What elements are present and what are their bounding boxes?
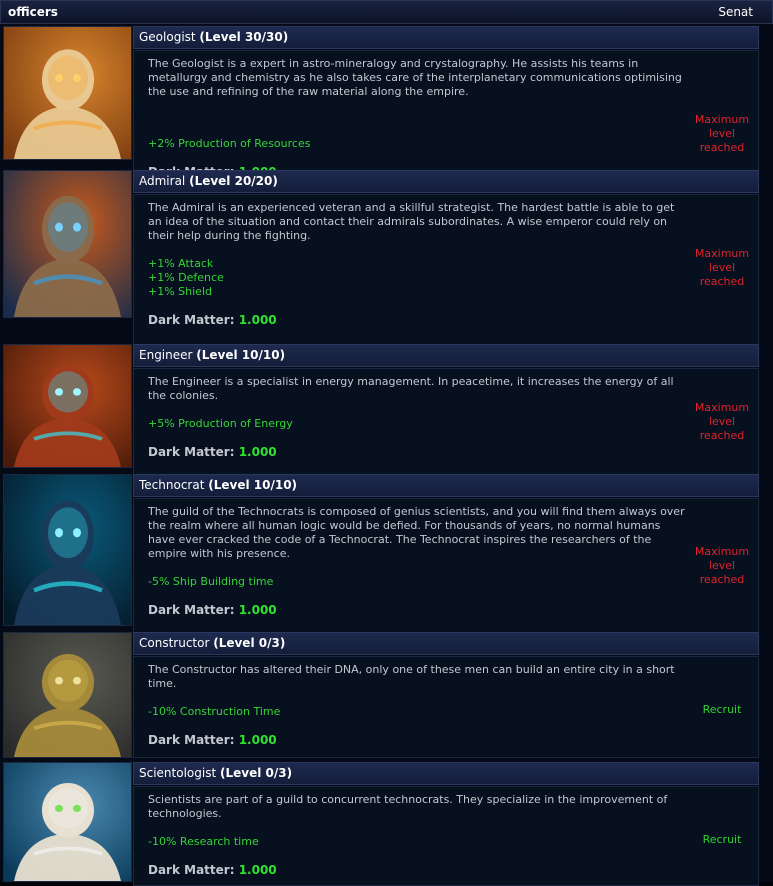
- scientologist-portrait-icon: [4, 763, 131, 881]
- officer-portrait: [3, 762, 132, 882]
- officer-description: The guild of the Technocrats is composed…: [148, 505, 685, 560]
- officer-details: The guild of the Technocrats is composed…: [133, 498, 759, 652]
- officer-description: The Admiral is an experienced veteran an…: [148, 201, 675, 242]
- dark-matter-cost: Dark Matter: 1.000: [148, 445, 277, 459]
- bonus-line: +2% Production of Resources: [148, 137, 311, 150]
- recruit-button[interactable]: Recruit: [682, 833, 762, 847]
- officer-name: Geologist: [139, 30, 200, 44]
- bonus-line: +5% Production of Energy: [148, 417, 293, 430]
- bonus-line: +1% Defence: [148, 271, 224, 284]
- dark-matter-value: 1.000: [238, 445, 277, 459]
- senat-link[interactable]: Senat: [718, 5, 753, 19]
- technocrat-portrait-icon: [4, 475, 131, 625]
- officer-name: Constructor: [139, 636, 214, 650]
- bonus-line: +1% Shield: [148, 285, 212, 298]
- recruit-button[interactable]: Recruit: [682, 703, 762, 717]
- officer-portrait: [3, 632, 132, 758]
- geologist-portrait-icon: [4, 27, 131, 159]
- officer-level: (Level 0/3): [219, 766, 293, 780]
- dark-matter-cost: Dark Matter: 1.000: [148, 603, 277, 617]
- officer-bonuses: -10% Construction Time: [148, 705, 280, 719]
- dark-matter-label: Dark Matter:: [148, 313, 235, 327]
- bonus-line: -5% Ship Building time: [148, 575, 274, 588]
- officer-header: Scientologist (Level 0/3): [133, 762, 759, 785]
- dark-matter-label: Dark Matter:: [148, 733, 235, 747]
- officer-details: The Admiral is an experienced veteran an…: [133, 194, 759, 346]
- constructor-portrait-icon: [4, 633, 131, 757]
- bonus-line: +1% Attack: [148, 257, 214, 270]
- officer-name: Engineer: [139, 348, 197, 362]
- officer-bonuses: +2% Production of Resources: [148, 137, 310, 151]
- max-level-status: Maximum level reached: [694, 401, 750, 442]
- officer-description: Scientists are part of a guild to concur…: [148, 793, 668, 820]
- dark-matter-label: Dark Matter:: [148, 445, 235, 459]
- page-header: officers Senat: [0, 0, 773, 24]
- dark-matter-cost: Dark Matter: 1.000: [148, 313, 277, 327]
- max-level-status: Maximum level reached: [694, 247, 750, 288]
- max-level-status: Maximum level reached: [694, 113, 750, 154]
- officer-level: (Level 0/3): [213, 636, 286, 650]
- officer-name: Scientologist: [139, 766, 220, 780]
- officer-portrait: [3, 474, 132, 626]
- officer-name: Technocrat: [139, 478, 209, 492]
- dark-matter-value: 1.000: [238, 733, 277, 747]
- dark-matter-cost: Dark Matter: 1.000: [148, 863, 277, 877]
- officer-bonuses: +1% Attack +1% Defence +1% Shield: [148, 257, 224, 299]
- bonus-line: -10% Research time: [148, 835, 259, 848]
- officer-portrait: [3, 26, 132, 160]
- dark-matter-label: Dark Matter:: [148, 603, 235, 617]
- officer-header: Technocrat (Level 10/10): [133, 474, 759, 497]
- dark-matter-value: 1.000: [238, 603, 277, 617]
- officer-portrait: [3, 170, 132, 318]
- officer-level: (Level 30/30): [199, 30, 289, 44]
- bonus-line: -10% Construction Time: [148, 705, 281, 718]
- max-level-status: Maximum level reached: [694, 545, 750, 586]
- dark-matter-cost: Dark Matter: 1.000: [148, 733, 277, 747]
- admiral-portrait-icon: [4, 171, 131, 317]
- page-title: officers: [8, 5, 58, 19]
- officer-bonuses: +5% Production of Energy: [148, 417, 293, 431]
- officer-bonuses: -5% Ship Building time: [148, 575, 273, 589]
- officer-bonuses: -10% Research time: [148, 835, 259, 849]
- officer-description: The Engineer is a specialist in energy m…: [148, 375, 674, 402]
- officer-header: Geologist (Level 30/30): [133, 26, 759, 49]
- officer-description: The Constructor has altered their DNA, o…: [148, 663, 675, 690]
- officer-details: The Constructor has altered their DNA, o…: [133, 656, 759, 758]
- officer-header: Engineer (Level 10/10): [133, 344, 759, 367]
- engineer-portrait-icon: [4, 345, 131, 467]
- dark-matter-value: 1.000: [238, 863, 277, 877]
- officer-details: The Engineer is a specialist in energy m…: [133, 368, 759, 488]
- officer-level: (Level 10/10): [196, 348, 286, 362]
- officer-portrait: [3, 344, 132, 468]
- officer-level: (Level 20/20): [189, 174, 278, 188]
- officers-page: officers Senat Geologist (Level 30/30) T…: [0, 0, 773, 886]
- officer-name: Admiral: [139, 174, 190, 188]
- officer-details: Scientists are part of a guild to concur…: [133, 786, 759, 886]
- officer-header: Admiral (Level 20/20): [133, 170, 759, 193]
- dark-matter-label: Dark Matter:: [148, 863, 235, 877]
- officer-level: (Level 10/10): [208, 478, 298, 492]
- officer-description: The Geologist is a expert in astro-miner…: [148, 57, 682, 98]
- dark-matter-value: 1.000: [238, 313, 277, 327]
- officer-header: Constructor (Level 0/3): [133, 632, 759, 655]
